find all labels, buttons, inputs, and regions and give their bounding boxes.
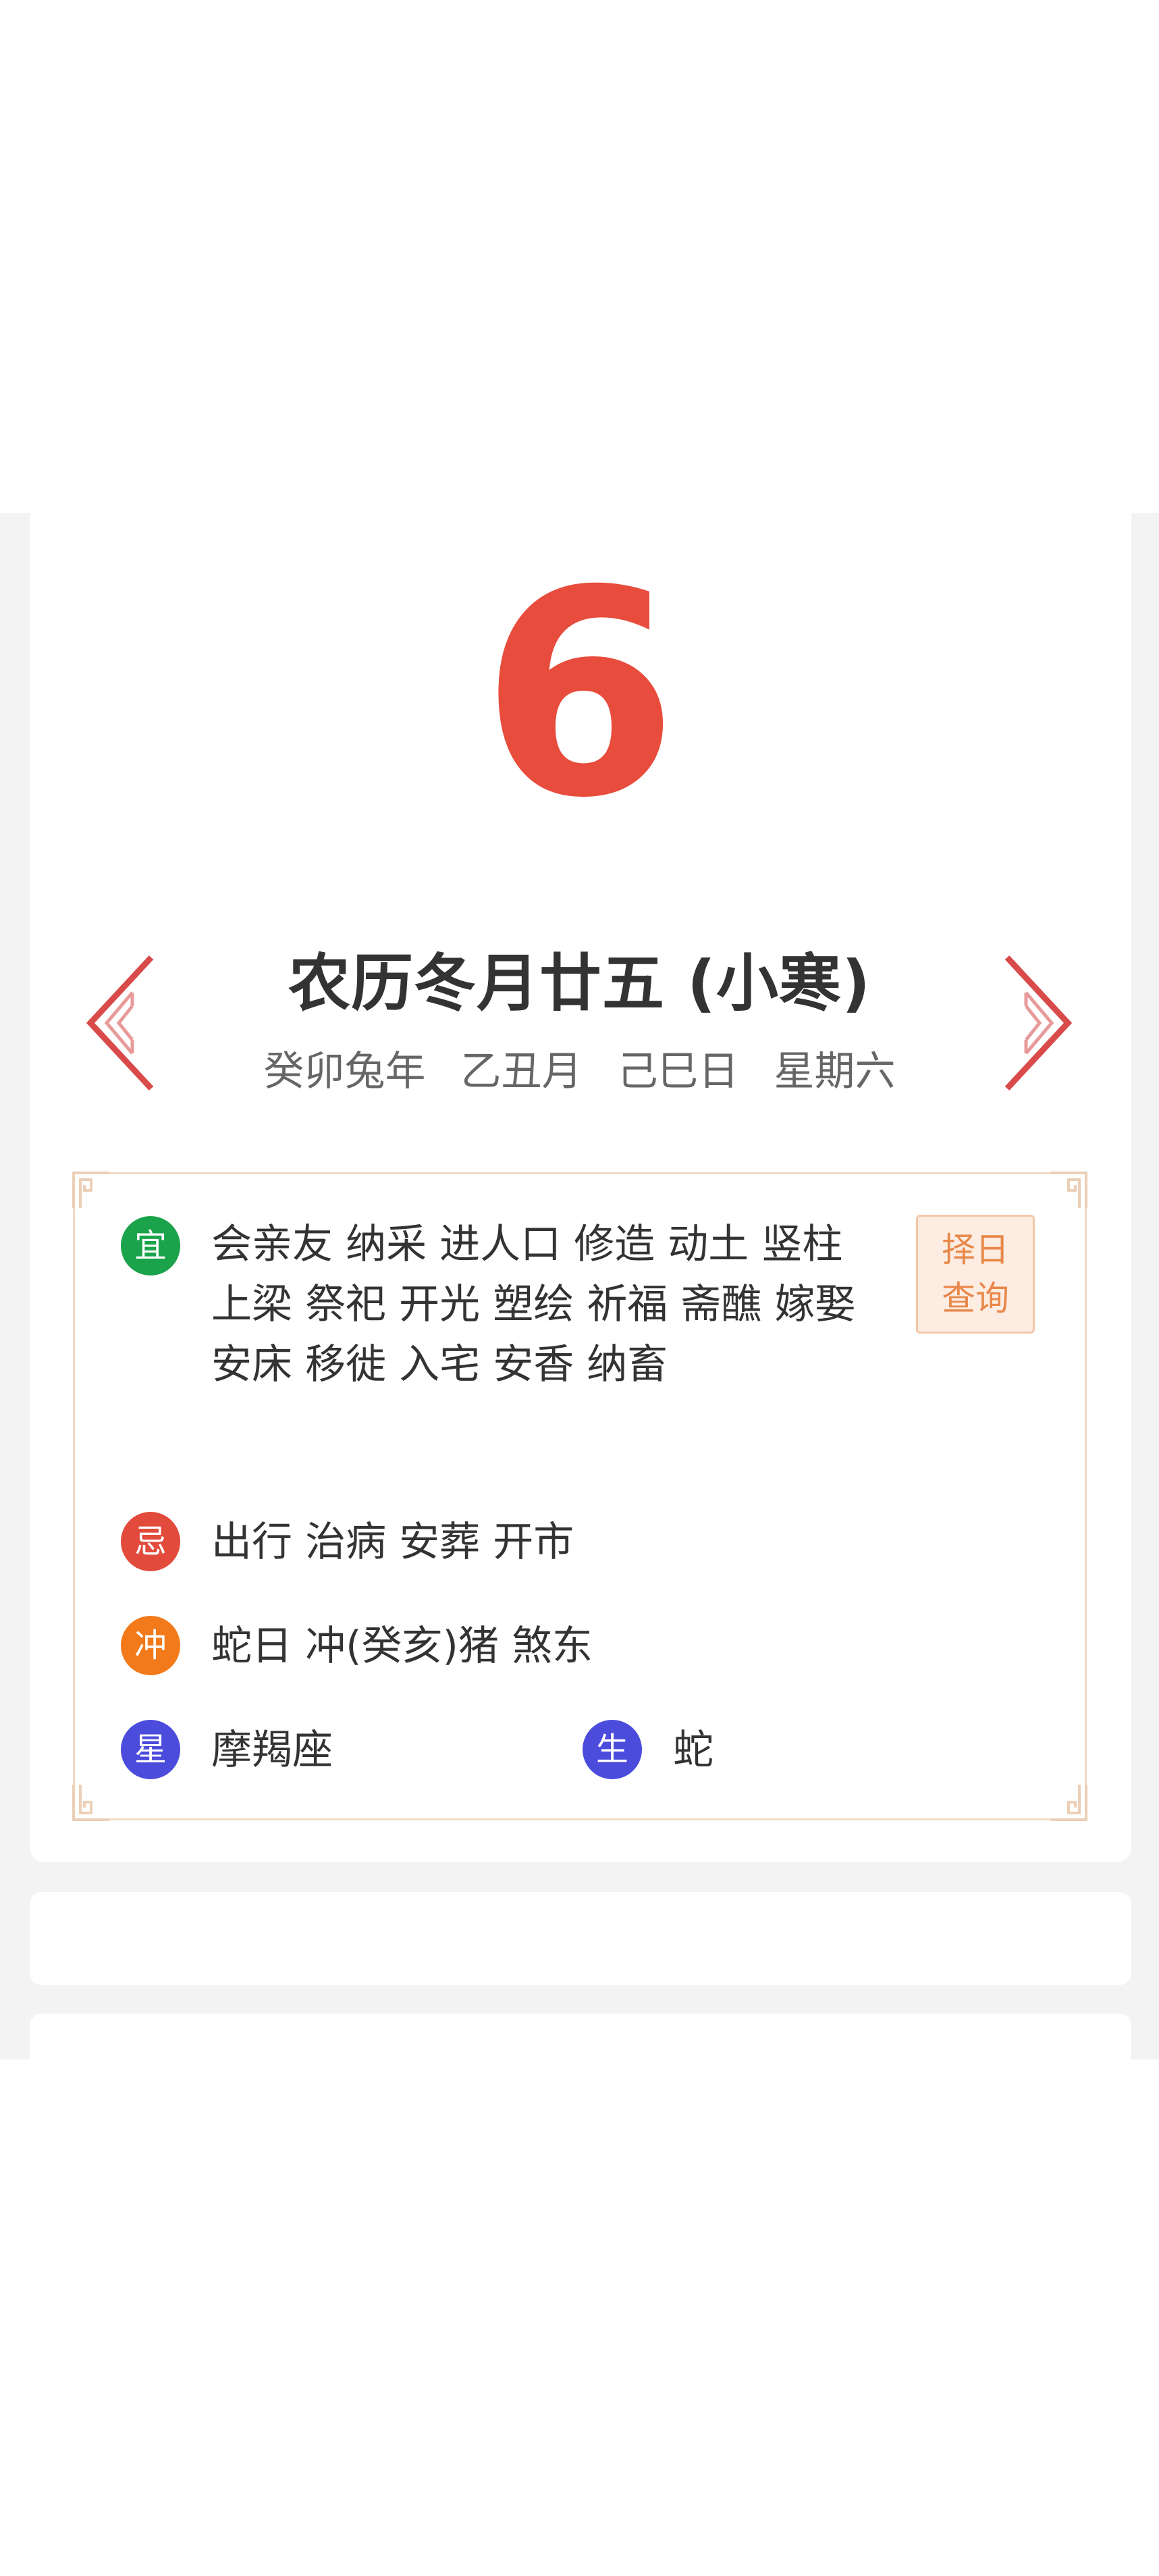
zodiac-row: 生 蛇 <box>583 1720 713 1781</box>
zodiac-badge: 生 <box>583 1720 642 1779</box>
chong-text: 蛇日 冲(癸亥)猪 煞东 <box>211 1623 593 1670</box>
prev-day-button[interactable] <box>84 952 158 1094</box>
corner-ornament-icon <box>1051 1172 1087 1208</box>
empty-card <box>30 1892 1131 1985</box>
next-day-button[interactable] <box>1000 952 1075 1094</box>
ganzhi-day: 己巳日 <box>617 1048 739 1095</box>
day-number: 6 <box>481 530 678 860</box>
corner-ornament-icon <box>1051 1785 1087 1821</box>
constellation-row: 星 摩羯座 <box>121 1720 333 1781</box>
page: 6 农历冬月廿五 (小寒) 癸卯兔年 乙丑月 己巳日 星期六 宜 会亲友 纳采 … <box>0 0 1159 2576</box>
ji-row: 忌 出行 治病 安葬 开市 <box>121 1512 574 1573</box>
chong-row: 冲 蛇日 冲(癸亥)猪 煞东 <box>121 1616 593 1677</box>
ji-text: 出行 治病 安葬 开市 <box>211 1519 574 1566</box>
weekday: 星期六 <box>774 1048 896 1095</box>
ganzhi-month: 乙丑月 <box>460 1048 583 1095</box>
yi-text: 会亲友 纳采 进人口 修造 动土 竖柱 上梁 祭祀 开光 塑绘 祈福 斋醮 嫁娶… <box>211 1221 856 1388</box>
corner-ornament-icon <box>72 1785 109 1821</box>
yi-badge: 宜 <box>121 1216 180 1276</box>
ganzhi-line: 癸卯兔年 乙丑月 己巳日 星期六 <box>0 1039 1159 1097</box>
empty-card <box>30 2014 1131 2059</box>
date-selection-label-line1: 择日 <box>942 1230 1009 1269</box>
chevron-right-icon <box>1004 955 1073 1091</box>
almanac-box: 宜 会亲友 纳采 进人口 修造 动土 竖柱 上梁 祭祀 开光 塑绘 祈福 斋醮 … <box>72 1172 1087 1821</box>
lunar-date-title: 农历冬月廿五 (小寒) <box>288 947 871 1020</box>
constellation-text: 摩羯座 <box>211 1727 333 1774</box>
ganzhi-year: 癸卯兔年 <box>263 1048 426 1095</box>
corner-ornament-icon <box>72 1172 109 1208</box>
date-selection-button[interactable]: 择日 查询 <box>916 1215 1035 1334</box>
chong-badge: 冲 <box>121 1616 180 1675</box>
yi-row: 宜 会亲友 纳采 进人口 修造 动土 竖柱 上梁 祭祀 开光 塑绘 祈福 斋醮 … <box>121 1216 886 1395</box>
ji-badge: 忌 <box>121 1512 180 1571</box>
zodiac-text: 蛇 <box>673 1727 713 1774</box>
date-selection-label-line2: 查询 <box>942 1279 1009 1318</box>
constellation-badge: 星 <box>121 1720 180 1779</box>
chevron-left-icon <box>86 955 154 1091</box>
